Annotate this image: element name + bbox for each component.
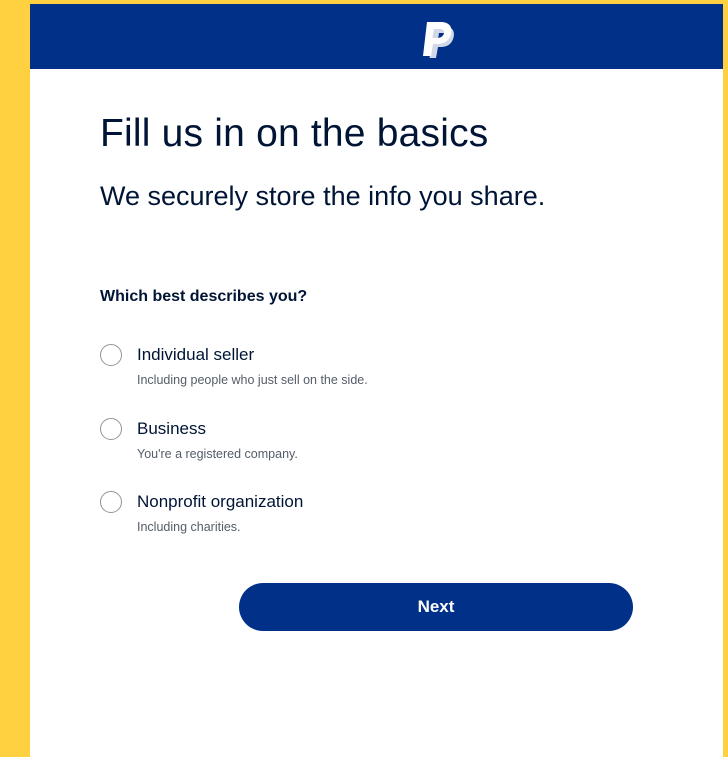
individual-seller-label: Individual seller — [137, 345, 255, 364]
option-individual-seller[interactable]: Individual seller Including people who j… — [100, 344, 660, 392]
signup-card: Fill us in on the basics We securely sto… — [30, 4, 723, 757]
account-type-question: Which best describes you? — [100, 288, 308, 305]
individual-seller-description: Including people who just sell on the si… — [137, 373, 368, 387]
header-bar — [30, 4, 723, 69]
paypal-logo-icon — [423, 22, 454, 58]
business-description: You're a registered company. — [137, 447, 298, 461]
individual-seller-radio[interactable] — [100, 344, 122, 366]
option-business[interactable]: Business You're a registered company. — [100, 418, 660, 466]
page-subtitle: We securely store the info you share. — [100, 181, 546, 211]
nonprofit-description: Including charities. — [137, 520, 241, 534]
page-title: Fill us in on the basics — [100, 112, 489, 155]
business-label: Business — [137, 419, 206, 438]
nonprofit-radio[interactable] — [100, 491, 122, 513]
business-radio[interactable] — [100, 418, 122, 440]
nonprofit-label: Nonprofit organization — [137, 492, 304, 511]
option-nonprofit[interactable]: Nonprofit organization Including chariti… — [100, 491, 660, 539]
next-button[interactable]: Next — [239, 583, 633, 631]
